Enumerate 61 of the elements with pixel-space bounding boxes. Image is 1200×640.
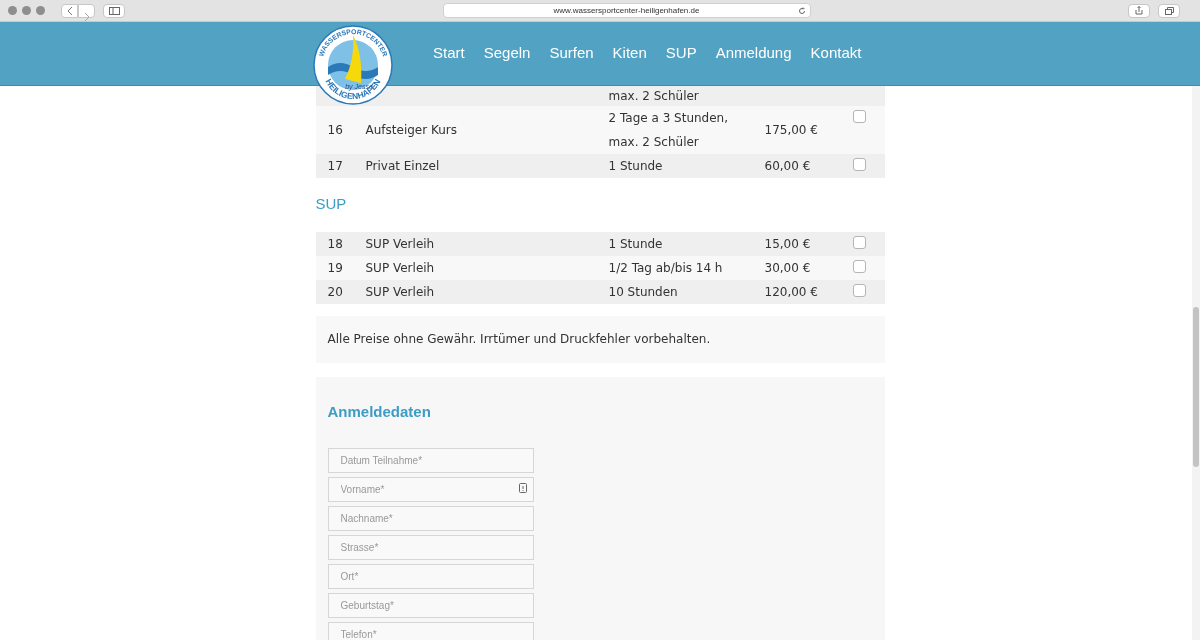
- window-close-icon[interactable]: [8, 6, 17, 15]
- chevron-right-icon: [83, 13, 90, 22]
- table-cell-text: SUP Verleih: [365, 235, 436, 253]
- input-field[interactable]: Ort*: [327, 564, 534, 589]
- table-cell-text: 19: [326, 259, 344, 277]
- section-heading: SUP: [315, 194, 348, 214]
- input-field[interactable]: Nachname*: [327, 506, 534, 531]
- nav-link[interactable]: Segeln: [483, 42, 531, 65]
- reload-icon[interactable]: [797, 6, 806, 15]
- table-cell-text: 1 Stunde: [608, 158, 664, 175]
- table-cell-text: SUP Verleih: [365, 259, 436, 277]
- nav-link[interactable]: Surfen: [549, 42, 594, 65]
- input-field[interactable]: Telefon*: [327, 622, 534, 640]
- table-cell-text: 120,00 €: [764, 283, 819, 301]
- table-cell-text: 16: [326, 122, 344, 139]
- nav-link[interactable]: Start: [433, 42, 465, 65]
- disclaimer-text: Alle Preise ohne Gewähr. Irrtümer und Druckfehler vorbehalten.: [327, 331, 711, 348]
- sidebar-icon: [108, 6, 120, 15]
- table-cell-text: 20: [326, 283, 344, 301]
- table-cell-text: 175,00 €: [764, 122, 819, 139]
- table-cell-text: 17: [326, 158, 344, 175]
- contact-card-icon[interactable]: [518, 483, 527, 493]
- sidebar-button[interactable]: [103, 3, 125, 18]
- table-cell-text: max. 2 Schüler: [608, 88, 699, 105]
- checkbox[interactable]: [852, 110, 866, 123]
- input-field[interactable]: Vorname*: [327, 477, 534, 502]
- chevron-left-icon: [66, 6, 73, 15]
- window-minimize-icon[interactable]: [22, 6, 31, 15]
- checkbox[interactable]: [852, 283, 866, 297]
- url-text: www.wassersportcenter-heiligenhafen.de: [553, 4, 700, 17]
- table-cell-text: Aufsteiger Kurs: [365, 122, 459, 139]
- nav-link[interactable]: Kontakt: [810, 42, 862, 65]
- checkbox[interactable]: [852, 259, 866, 273]
- nav-link[interactable]: SUP: [665, 42, 697, 65]
- table-cell-text: 1/2 Tag ab/bis 14 h: [608, 259, 724, 277]
- table-cell-text: 15,00 €: [764, 235, 812, 253]
- input-field[interactable]: Datum Teilnahme*: [327, 448, 534, 473]
- tabs-button[interactable]: [1158, 3, 1180, 18]
- share-icon: [1135, 6, 1143, 15]
- table-cell-text: Privat Einzel: [365, 158, 441, 175]
- window-zoom-icon[interactable]: [36, 6, 45, 15]
- table-cell-text: 1 Stunde: [608, 235, 664, 253]
- table-cell-text: 60,00 €: [764, 158, 812, 175]
- input-field[interactable]: Geburtstag*: [327, 593, 534, 618]
- checkbox[interactable]: [852, 235, 866, 249]
- table-cell-text: 18: [326, 235, 344, 253]
- input-field[interactable]: Strasse*: [327, 535, 534, 560]
- nav-link[interactable]: Kiten: [612, 42, 647, 65]
- address-bar[interactable]: www.wassersportcenter-heiligenhafen.de: [442, 3, 811, 18]
- table-cell-text: 10 Stunden: [608, 283, 679, 301]
- table-cell-text: 30,00 €: [764, 259, 812, 277]
- table-cell-text: 2 Tage a 3 Stunden,: [608, 110, 730, 127]
- nav-link[interactable]: Anmeldung: [715, 42, 792, 65]
- scrollbar-thumb[interactable]: [1193, 307, 1199, 467]
- back-button[interactable]: [61, 3, 78, 18]
- table-cell-text: SUP Verleih: [365, 283, 436, 301]
- checkbox[interactable]: [852, 158, 866, 171]
- tabs-icon: [1164, 6, 1174, 15]
- table-cell-text: max. 2 Schüler: [608, 134, 700, 151]
- form-heading: Anmeldedaten: [327, 401, 432, 422]
- share-button[interactable]: [1128, 3, 1150, 18]
